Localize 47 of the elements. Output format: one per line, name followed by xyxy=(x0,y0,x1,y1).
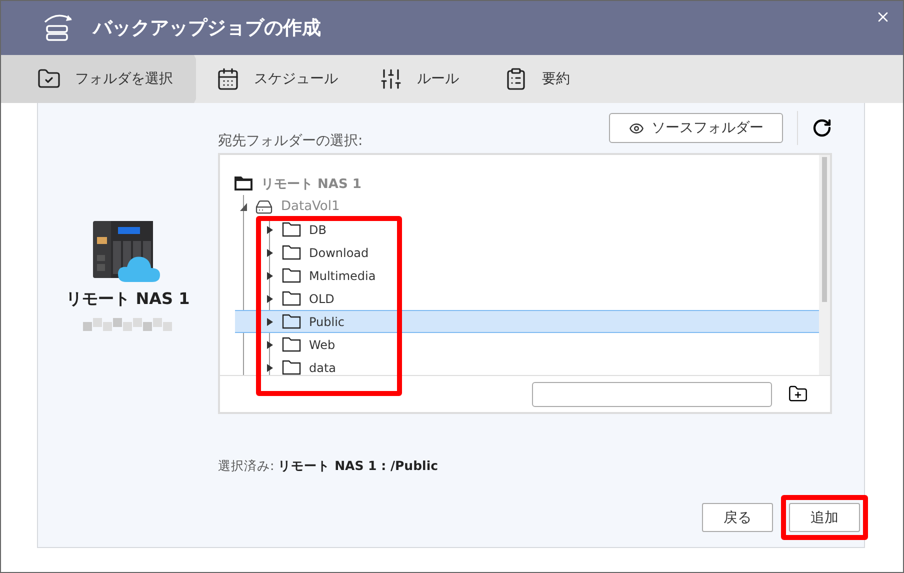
source-folder-button[interactable]: ソースフォルダー xyxy=(609,113,783,143)
clipboard-icon xyxy=(504,67,528,91)
folder-name-field[interactable] xyxy=(532,382,772,406)
folder-icon xyxy=(282,314,301,329)
wizard-step[interactable]: スケジュール xyxy=(196,55,359,103)
folder-check-icon xyxy=(37,67,61,91)
folder-icon xyxy=(282,337,301,352)
tree-item[interactable]: OLD xyxy=(235,287,819,310)
folder-icon xyxy=(282,245,301,260)
source-name: リモート NAS 1 xyxy=(66,289,190,310)
folder-icon xyxy=(234,176,253,191)
tree-item[interactable]: DB xyxy=(235,218,819,241)
tree-item[interactable]: DataVol1 xyxy=(240,195,819,218)
selected-label: 選択済み: xyxy=(218,458,274,475)
new-folder-icon[interactable] xyxy=(788,384,808,404)
expanded-arrow-icon[interactable] xyxy=(240,202,247,210)
sliders-icon xyxy=(379,67,403,91)
destination-label: 宛先フォルダーの選択: xyxy=(218,132,364,150)
folder-icon xyxy=(282,222,301,237)
collapsed-arrow-icon[interactable] xyxy=(267,294,274,302)
collapsed-arrow-icon[interactable] xyxy=(267,226,274,234)
refresh-icon[interactable] xyxy=(812,118,832,138)
folder-icon xyxy=(282,268,301,283)
dialog-button[interactable]: 戻る xyxy=(702,503,773,532)
collapsed-arrow-icon[interactable] xyxy=(267,248,274,256)
wizard-step[interactable]: 要約 xyxy=(484,55,604,103)
tree-item[interactable]: Web xyxy=(235,333,819,356)
tree-item[interactable]: data xyxy=(235,356,819,375)
calendar-icon xyxy=(216,67,240,91)
wizard-step[interactable]: ルール xyxy=(359,55,484,103)
wizard-step[interactable]: フォルダを選択 xyxy=(1,55,196,103)
window-title: バックアップジョブの作成 xyxy=(93,16,321,41)
tree-item[interactable]: Multimedia xyxy=(235,264,819,287)
tree-item[interactable]: Public xyxy=(235,310,819,333)
folder-icon xyxy=(282,291,301,306)
selected-path: リモート NAS 1 : /Public xyxy=(278,458,438,475)
collapsed-arrow-icon[interactable] xyxy=(267,272,274,280)
folder-icon xyxy=(282,360,301,375)
collapsed-arrow-icon[interactable] xyxy=(267,364,274,372)
tree-item[interactable]: リモート NAS 1 xyxy=(234,172,819,195)
drive-icon xyxy=(255,198,273,216)
scrollbar[interactable] xyxy=(819,155,830,375)
tree-item[interactable]: Download xyxy=(235,241,819,264)
collapsed-arrow-icon[interactable] xyxy=(267,318,274,326)
collapsed-arrow-icon[interactable] xyxy=(267,340,274,348)
dialog-button[interactable]: 追加 xyxy=(789,503,860,532)
eye-icon xyxy=(628,120,644,136)
